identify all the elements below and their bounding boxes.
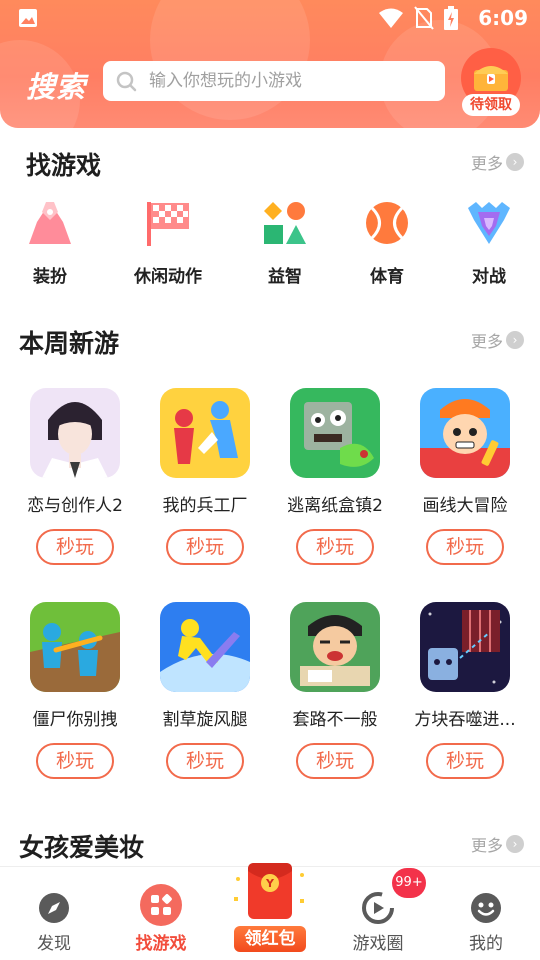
find-games-title: 找游戏	[26, 151, 102, 180]
battery-charging-icon	[444, 6, 458, 30]
chevron-right-icon: ›	[506, 331, 524, 349]
game-name: 画线大冒险	[422, 496, 508, 516]
instant-play-button[interactable]: 秒玩	[426, 529, 504, 565]
game-cover-draw-line-icon[interactable]	[420, 388, 510, 478]
new-games-more-link[interactable]: 更多 ›	[471, 329, 524, 351]
no-sim-icon	[414, 6, 434, 30]
puzzle-shapes-icon	[264, 202, 306, 244]
play-circle-icon	[362, 892, 394, 924]
category-label: 益智	[268, 267, 302, 287]
game-name: 方块吞噬进...	[414, 710, 516, 730]
search-box[interactable]	[103, 61, 445, 101]
new-games-title: 本周新游	[19, 329, 120, 358]
search-icon	[116, 71, 137, 92]
category-battle[interactable]: 对战	[439, 198, 539, 287]
status-time: 6:09	[478, 6, 528, 30]
category-label: 休闲动作	[134, 267, 202, 287]
category-label: 体育	[370, 267, 404, 287]
girls-makeup-title: 女孩爱美妆	[19, 833, 145, 862]
game-cover-zombie-pull-icon[interactable]	[30, 602, 120, 692]
search-input[interactable]	[149, 61, 429, 101]
instant-play-button[interactable]: 秒玩	[36, 743, 114, 779]
instant-play-button[interactable]: 秒玩	[166, 529, 244, 565]
chevron-right-icon: ›	[506, 153, 524, 171]
game-card[interactable]: 方块吞噬进... 秒玩	[405, 602, 525, 779]
instant-play-button[interactable]: 秒玩	[166, 743, 244, 779]
game-card[interactable]: 画线大冒险 秒玩	[405, 388, 525, 565]
reward-pending-button[interactable]: 待领取	[461, 48, 521, 118]
compass-icon	[39, 893, 69, 923]
girls-makeup-more-link[interactable]: 更多 ›	[471, 833, 524, 855]
game-card[interactable]: 僵尸你别拽 秒玩	[15, 602, 135, 779]
game-cover-block-devour-icon[interactable]	[420, 602, 510, 692]
reward-label: 待领取	[462, 94, 520, 116]
tab-find-games[interactable]: 找游戏	[111, 867, 211, 960]
game-cover-mowing-icon[interactable]	[160, 602, 250, 692]
game-cover-tricks-icon[interactable]	[290, 602, 380, 692]
instant-play-button[interactable]: 秒玩	[426, 743, 504, 779]
ball-icon	[366, 202, 408, 244]
game-card[interactable]: 逃离纸盒镇2 秒玩	[275, 388, 395, 565]
tab-discover[interactable]: 发现	[4, 867, 104, 960]
game-card[interactable]: 套路不一般 秒玩	[275, 602, 395, 779]
tab-label: 发现	[37, 934, 71, 954]
game-cover-lover-icon[interactable]	[30, 388, 120, 478]
photo-notification-icon	[19, 9, 37, 27]
dress-up-icon	[29, 202, 71, 244]
tab-label: 游戏圈	[352, 934, 404, 954]
more-label: 更多	[470, 154, 503, 173]
instant-play-button[interactable]: 秒玩	[36, 529, 114, 565]
category-puzzle[interactable]: 益智	[235, 198, 335, 287]
category-label: 对战	[472, 267, 506, 287]
svg-text:Y: Y	[265, 877, 275, 890]
tab-profile[interactable]: 我的	[436, 867, 536, 960]
more-label: 更多	[470, 332, 503, 351]
more-label: 更多	[470, 836, 503, 855]
game-name: 恋与创作人2	[27, 496, 123, 516]
checkered-flag-icon	[147, 202, 189, 246]
game-cover-zombie-icon[interactable]	[290, 388, 380, 478]
red-packet-icon: Y	[234, 863, 304, 919]
game-name: 套路不一般	[292, 710, 378, 730]
notification-badge: 99+	[392, 868, 426, 898]
tab-label: 我的	[469, 934, 503, 954]
game-name: 我的兵工厂	[162, 496, 248, 516]
treasure-chest-icon	[474, 66, 508, 91]
app-header: 6:09 搜索 待领取	[0, 0, 540, 128]
game-card[interactable]: 我的兵工厂 秒玩	[145, 388, 265, 565]
tab-label: 找游戏	[135, 934, 187, 954]
category-sports[interactable]: 体育	[337, 198, 437, 287]
shield-icon	[468, 202, 510, 244]
search-title: 搜索	[26, 70, 87, 104]
red-packet-label[interactable]: 领红包	[234, 926, 306, 952]
category-label: 装扮	[33, 267, 67, 287]
instant-play-button[interactable]: 秒玩	[296, 743, 374, 779]
instant-play-button[interactable]: 秒玩	[296, 529, 374, 565]
find-games-more-link[interactable]: 更多 ›	[471, 151, 524, 173]
game-card[interactable]: 割草旋风腿 秒玩	[145, 602, 265, 779]
grid-icon	[140, 884, 182, 926]
game-cover-armory-icon[interactable]	[160, 388, 250, 478]
smiley-icon	[471, 893, 501, 923]
game-card[interactable]: 恋与创作人2 秒玩	[15, 388, 135, 565]
category-dress-up[interactable]: 装扮	[0, 198, 100, 287]
game-name: 割草旋风腿	[162, 710, 248, 730]
status-bar: 6:09	[0, 0, 540, 36]
game-name: 逃离纸盒镇2	[287, 496, 383, 516]
wifi-icon	[379, 8, 403, 28]
game-name: 僵尸你别拽	[32, 710, 118, 730]
category-casual-action[interactable]: 休闲动作	[118, 198, 218, 287]
chevron-right-icon: ›	[506, 835, 524, 853]
